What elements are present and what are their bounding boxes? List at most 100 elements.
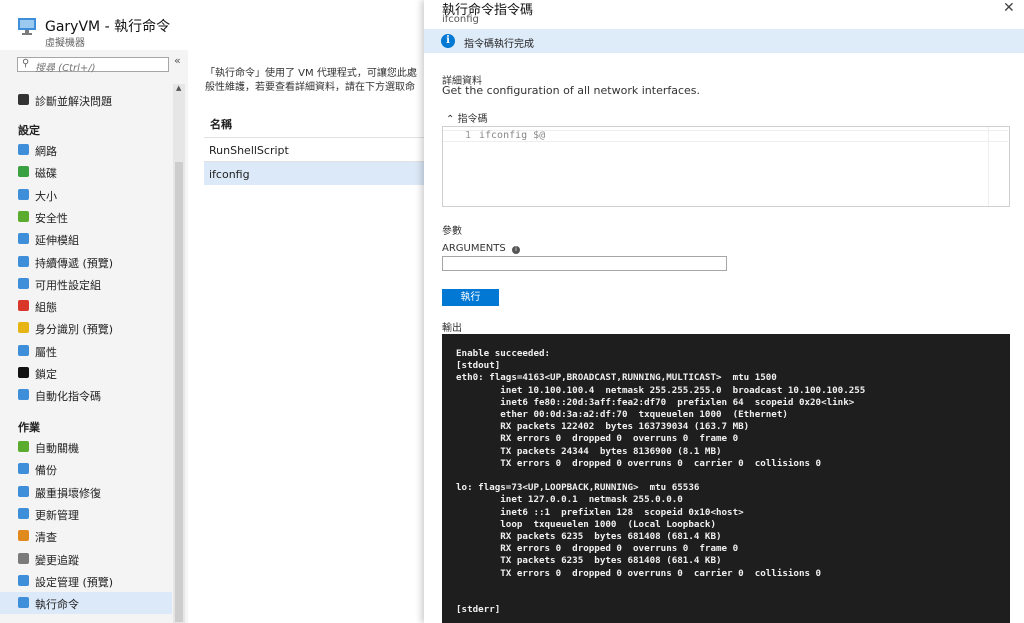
run-command-blade: 「執行命令」使用了 VM 代理程式，可讓您此處 般性維護，若要查看詳細資料，請在… [188,0,428,623]
sidebar-item[interactable]: 診斷並解決問題 [0,89,172,111]
sidebar-item-label: 設定管理 (預覽) [35,576,114,589]
network-icon [18,144,29,155]
availability-icon [18,278,29,289]
sidebar-item[interactable]: 網路 [0,139,172,161]
change-tracking-icon [18,553,29,564]
arguments-label: ARGUMENTS i [442,243,520,254]
delivery-icon [18,256,29,267]
sidebar-item[interactable]: 屬性 [0,340,172,362]
sidebar-item[interactable]: 磁碟 [0,161,172,183]
scrollbar-thumb[interactable] [175,162,183,622]
info-icon[interactable]: i [511,246,520,254]
automation-icon [18,389,29,400]
script-section-toggle[interactable]: ⌃ 指令碼 [446,110,488,125]
panel-subtitle: ifconfig [442,14,479,25]
blade-header: GaryVM - 執行命令 虛擬機器 [0,0,188,50]
run-button[interactable]: 執行 [442,289,499,306]
inventory-icon [18,530,29,541]
sidebar-item[interactable]: 鎖定 [0,362,172,384]
sidebar-item-label: 延伸模組 [35,234,79,247]
wrench-icon [18,94,29,105]
lock-icon [18,367,29,378]
config-management-icon [18,575,29,586]
info-icon: i [441,34,455,48]
sidebar-item-label: 變更追蹤 [35,554,79,567]
status-message: 指令碼執行完成 [464,39,534,50]
sidebar-item-label: 清查 [35,531,57,544]
script-editor[interactable]: 1 ifconfig $@ [442,126,1010,207]
shield-icon [18,211,29,222]
extension-icon [18,233,29,244]
close-icon[interactable]: ✕ [1003,0,1015,16]
sidebar-item[interactable]: 更新管理 [0,503,172,525]
section-header-settings: 設定 [18,124,40,137]
properties-icon [18,345,29,356]
sidebar-item[interactable]: 設定管理 (預覽) [0,570,172,592]
sidebar-item-label: 更新管理 [35,509,79,522]
sidebar-item[interactable]: 延伸模組 [0,228,172,250]
page-title: GaryVM - 執行命令 [45,19,171,35]
sidebar-item[interactable]: 大小 [0,184,172,206]
scroll-up-icon[interactable]: ▲ [176,84,181,92]
identity-key-icon [18,322,29,333]
script-code: ifconfig $@ [479,130,546,141]
sidebar-item-label: 鎖定 [35,368,57,381]
sidebar-item-label: 網路 [35,145,57,158]
sidebar-item-label: 嚴重損壞修復 [35,487,101,500]
config-icon [18,300,29,311]
search-box[interactable]: ⚲ 搜尋 (Ctrl+/) [17,57,169,74]
collapse-menu-icon[interactable]: « [174,54,181,67]
column-header-name: 名稱 [210,118,232,131]
sidebar-item[interactable]: 執行命令 [0,592,172,614]
script-label: 指令碼 [457,114,488,125]
sidebar-item-label: 身分識別 (預覽) [35,323,114,336]
sidebar-item-label: 持續傳遞 (預覽) [35,257,114,270]
section-header-operations: 作業 [18,421,40,434]
resource-menu: GaryVM - 執行命令 虛擬機器 ⚲ 搜尋 (Ctrl+/) « 診斷並解決… [0,0,188,623]
sidebar-item-label: 磁碟 [35,167,57,180]
arguments-input[interactable] [442,256,727,271]
command-name: RunShellScript [209,144,289,157]
output-label: 輸出 [442,323,462,334]
command-name: ifconfig [209,168,250,181]
sidebar-item-label: 組態 [35,301,57,314]
editor-ruler [988,127,989,206]
search-icon: ⚲ [22,58,30,69]
sidebar-item-label: 診斷並解決問題 [35,95,112,108]
page-subtitle: 虛擬機器 [45,38,85,49]
backup-cloud-icon [18,463,29,474]
command-row[interactable]: RunShellScript [204,137,428,161]
line-number: 1 [465,130,472,141]
status-banner: i 指令碼執行完成 [424,29,1024,53]
disk-icon [18,166,29,177]
details-text: Get the configuration of all network int… [442,84,701,97]
sidebar-item[interactable]: 可用性設定組 [0,273,172,295]
sidebar-item[interactable]: 自動關機 [0,436,172,458]
chevron-up-icon: ⌃ [446,114,455,125]
sidebar-item[interactable]: 持續傳遞 (預覽) [0,251,172,273]
menu-scrollbar[interactable]: ▲ [173,84,185,623]
sidebar-item-label: 大小 [35,190,57,203]
params-label: 參數 [442,226,462,237]
clock-icon [18,441,29,452]
sidebar-item[interactable]: 變更追蹤 [0,548,172,570]
sidebar-item-label: 可用性設定組 [35,279,101,292]
sidebar-item-label: 自動化指令碼 [35,390,101,403]
sidebar-item-label: 自動關機 [35,442,79,455]
description-line: 般性維護，若要查看詳細資料，請在下方選取命 [205,82,415,93]
virtual-machine-icon [18,18,36,35]
sidebar-item[interactable]: 組態 [0,295,172,317]
description-line: 「執行命令」使用了 VM 代理程式，可讓您此處 [205,68,417,79]
sidebar-item[interactable]: 清查 [0,525,172,547]
output-text: Enable succeeded: [stdout] eth0: flags=4… [456,348,866,616]
command-row-selected[interactable]: ifconfig [204,161,428,185]
sidebar-item[interactable]: 自動化指令碼 [0,384,172,406]
sidebar-item[interactable]: 安全性 [0,206,172,228]
sidebar-item[interactable]: 嚴重損壞修復 [0,481,172,503]
sidebar-item-label: 屬性 [35,346,57,359]
search-placeholder: 搜尋 (Ctrl+/) [35,63,96,74]
sidebar-item[interactable]: 備份 [0,458,172,480]
run-command-script-panel: 執行命令指令碼 ifconfig ✕ i 指令碼執行完成 詳細資料 Get th… [424,0,1024,623]
recovery-cloud-icon [18,486,29,497]
sidebar-item[interactable]: 身分識別 (預覽) [0,317,172,339]
